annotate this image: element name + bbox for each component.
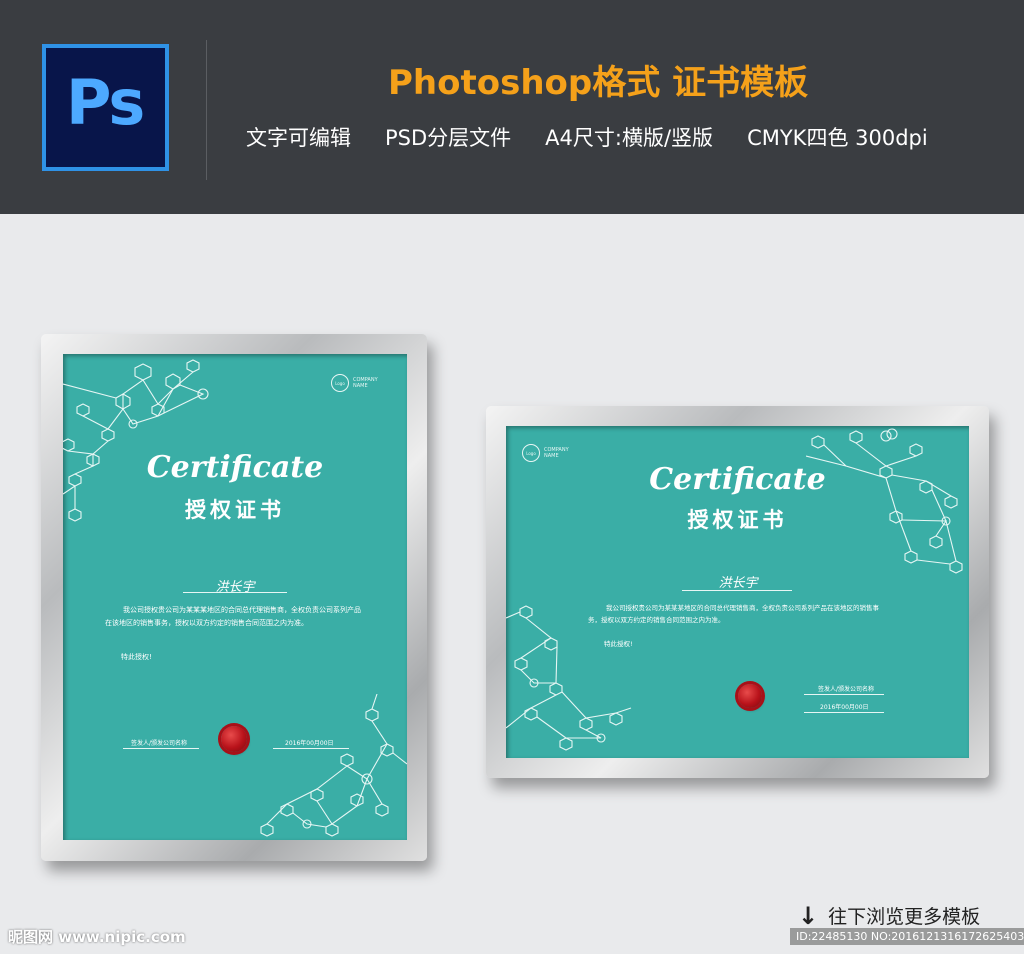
wax-seal-icon	[221, 726, 247, 752]
issue-date: 2016年00月00日	[285, 740, 334, 747]
portrait-certificate-frame: Logo COMPANY NAME Certificate 授权证书 洪长宇 我…	[41, 334, 427, 861]
wax-seal-icon	[738, 684, 762, 708]
molecule-decoration-icon	[260, 694, 407, 837]
issuer-underline	[804, 694, 884, 695]
browse-more-label: 往下浏览更多模板	[828, 906, 981, 928]
feature-psd-layers: PSD分层文件	[385, 126, 512, 150]
company-name: COMPANY NAME	[353, 377, 378, 389]
portrait-certificate: Logo COMPANY NAME Certificate 授权证书 洪长宇 我…	[63, 354, 407, 840]
photoshop-logo-icon: Ps	[42, 44, 169, 171]
recipient-underline	[183, 592, 287, 593]
issuer-underline	[123, 748, 199, 749]
certificate-special-note: 特此授权!	[121, 653, 152, 661]
company-logo: Logo COMPANY NAME	[522, 444, 576, 462]
certificate-title-en: Certificate	[146, 450, 324, 485]
nipic-watermark: 昵图网 www.nipic.com	[8, 928, 186, 946]
logo-circle: Logo	[522, 444, 540, 462]
feature-cmyk: CMYK四色 300dpi	[747, 126, 928, 150]
image-id-strip: ID:22485130 NO:20161213161726254032	[790, 928, 1024, 945]
company-name: COMPANY NAME	[544, 447, 569, 459]
issuer-label: 签发人/颁发公司名称	[131, 740, 188, 747]
feature-editable-text: 文字可编辑	[246, 126, 351, 150]
certificate-title-cn: 授权证书	[185, 498, 285, 522]
certificate-title-en: Certificate	[649, 462, 826, 497]
recipient-underline	[682, 590, 792, 591]
date-underline	[273, 748, 349, 749]
issuer-label: 签发人/颁发公司名称	[818, 686, 875, 693]
photoshop-logo-text: Ps	[66, 66, 145, 139]
company-logo: Logo COMPANY NAME	[331, 374, 385, 392]
recipient-name: 洪长宇	[718, 576, 758, 591]
date-underline	[804, 712, 884, 713]
header-banner: Ps Photoshop格式 证书模板 文字可编辑 PSD分层文件 A4尺寸:横…	[0, 0, 1024, 214]
feature-a4-size: A4尺寸:横版/竖版	[545, 126, 714, 150]
header-divider	[206, 40, 207, 180]
landscape-certificate: Logo COMPANY NAME Certificate 授权证书 洪长宇 我…	[506, 426, 969, 758]
certificate-title-cn: 授权证书	[687, 508, 788, 532]
browse-more-link[interactable]: ↓ 往下浏览更多模板	[798, 902, 980, 929]
header-features: 文字可编辑 PSD分层文件 A4尺寸:横版/竖版 CMYK四色 300dpi	[246, 122, 928, 152]
issue-date: 2016年00月00日	[820, 704, 869, 711]
arrow-down-icon: ↓	[798, 901, 819, 930]
landscape-certificate-frame: Logo COMPANY NAME Certificate 授权证书 洪长宇 我…	[486, 406, 989, 778]
logo-circle: Logo	[331, 374, 349, 392]
certificate-body: 我公司授权贵公司为某某某地区的合同总代理销售商，全权负责公司系列产品在该地区的销…	[588, 604, 879, 625]
certificate-body: 我公司授权贵公司为某某某地区的合同总代理销售商，全权负责公司系列产品在该地区的销…	[105, 606, 361, 628]
certificate-special-note: 特此授权!	[604, 640, 633, 648]
header-title: Photoshop格式 证书模板	[388, 63, 809, 103]
